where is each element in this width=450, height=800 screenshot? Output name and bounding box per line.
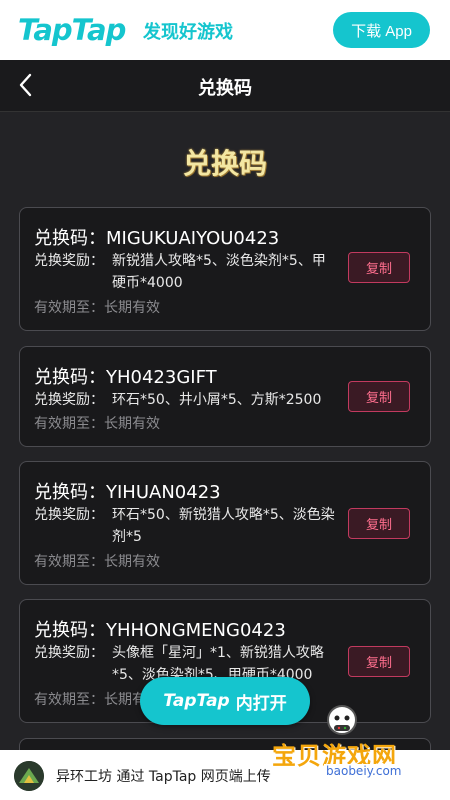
code-label: 兑换码： <box>34 620 106 641</box>
reward-line: 兑换奖励： 新锐猎人攻略*5、淡色染剂*5、甲硬币*4000 <box>34 250 339 294</box>
site-watermark: 宝贝游戏网 baobeiy.com <box>272 700 422 780</box>
reward-value: 环石*50、新锐猎人攻略*5、淡色染剂*5 <box>112 507 335 545</box>
code-value: YIHUAN0423 <box>106 482 221 503</box>
valid-line: 有效期至：长期有效 <box>34 297 160 317</box>
valid-label: 有效期至： <box>34 300 104 316</box>
page-title: 兑换码 <box>198 78 252 99</box>
reward-label: 兑换奖励： <box>34 645 104 661</box>
code-line: 兑换码：YH0423GIFT <box>34 363 217 389</box>
watermark-url: baobeiy.com <box>324 764 404 778</box>
code-label: 兑换码： <box>34 482 106 503</box>
code-label: 兑换码： <box>34 367 106 388</box>
code-line: 兑换码：YHHONGMENG0423 <box>34 616 286 642</box>
reward-value: 新锐猎人攻略*5、淡色染剂*5、甲硬币*4000 <box>112 253 326 291</box>
reward-line: 兑换奖励： 环石*50、新锐猎人攻略*5、淡色染剂*5 <box>34 504 339 548</box>
reward-label: 兑换奖励： <box>34 507 104 523</box>
code-line: 兑换码：YIHUAN0423 <box>34 478 221 504</box>
mascot-icon <box>327 705 357 735</box>
nav-bar: 兑换码 <box>0 60 450 112</box>
promo-bar: TapTap 发现好游戏 下载 App <box>0 0 450 60</box>
slogan: 发现好游戏 <box>143 22 233 43</box>
reward-line: 兑换奖励： 环石*50、井小屑*5、方斯*2500 <box>34 389 339 411</box>
valid-value: 长期有效 <box>104 416 160 432</box>
valid-label: 有效期至： <box>34 554 104 570</box>
code-line: 兑换码：MIGUKUAIYOU0423 <box>34 224 279 250</box>
copy-button[interactable]: 复制 <box>348 381 410 412</box>
taptap-logo[interactable]: TapTap <box>18 13 126 47</box>
code-value: YHHONGMENG0423 <box>106 620 286 641</box>
valid-label: 有效期至： <box>34 692 104 708</box>
code-card: 兑换码：YIHUAN0423 兑换奖励： 环石*50、新锐猎人攻略*5、淡色染剂… <box>19 461 431 585</box>
section-heading: 兑换码 <box>182 147 267 180</box>
upload-info: 异环工坊 通过 TapTap 网页端上传 <box>56 769 271 785</box>
main-content[interactable]: 兑换码 兑换码：MIGUKUAIYOU0423 兑换奖励： 新锐猎人攻略*5、淡… <box>0 112 450 750</box>
code-label: 兑换码： <box>34 228 106 249</box>
code-card: 兑换码：YH0423GIFT 兑换奖励： 环石*50、井小屑*5、方斯*2500… <box>19 346 431 447</box>
valid-label: 有效期至： <box>34 416 104 432</box>
code-card: 兑换码：MIGUKUAIYOU0423 兑换奖励： 新锐猎人攻略*5、淡色染剂*… <box>19 207 431 331</box>
code-value: MIGUKUAIYOU0423 <box>106 228 280 249</box>
valid-value: 长期有效 <box>104 554 160 570</box>
reward-value: 环石*50、井小屑*5、方斯*2500 <box>112 392 322 408</box>
reward-label: 兑换奖励： <box>34 253 104 269</box>
valid-value: 长期有效 <box>104 300 160 316</box>
download-app-button[interactable]: 下载 App <box>333 12 430 48</box>
reward-label: 兑换奖励： <box>34 392 104 408</box>
valid-line: 有效期至：长期有效 <box>34 413 160 433</box>
copy-button[interactable]: 复制 <box>348 252 410 283</box>
copy-button[interactable]: 复制 <box>348 646 410 677</box>
open-button-brand: TapTap <box>163 691 230 711</box>
code-value: YH0423GIFT <box>106 367 217 388</box>
valid-line: 有效期至：长期有效 <box>34 551 160 571</box>
developer-avatar <box>14 761 44 791</box>
copy-button[interactable]: 复制 <box>348 508 410 539</box>
